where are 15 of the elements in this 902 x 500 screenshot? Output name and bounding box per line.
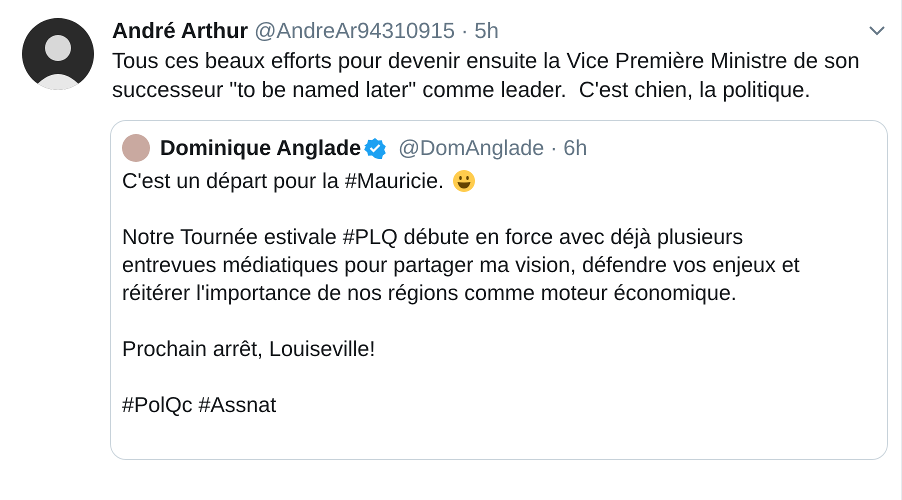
quoted-tweet-text: Prochain arrêt, Louiseville! (122, 336, 376, 363)
separator: · (461, 18, 468, 44)
timestamp[interactable]: 5h (474, 18, 499, 44)
author-handle[interactable]: @DomAnglade (398, 136, 544, 160)
author-handle[interactable]: @AndreAr94310915 (254, 18, 455, 44)
separator: · (550, 136, 558, 160)
author-name[interactable]: André Arthur (112, 18, 248, 44)
timestamp[interactable]: 6h (563, 136, 588, 160)
quoted-tweet-text: C'est un départ pour la #Mauricie. (122, 168, 444, 195)
quoted-tweet-card[interactable] (110, 120, 888, 460)
chevron-down-icon[interactable] (868, 25, 886, 37)
quoted-tweet-text: #PolQc #Assnat (122, 392, 276, 419)
author-name[interactable]: Dominique Anglade (160, 136, 362, 160)
tweet-text: Tous ces beaux efforts pour devenir ensuite la Vice Première Ministre de son successeur "to be named later" comme leader. C'est chien, la politique. (112, 47, 861, 104)
quoted-tweet-text: Notre Tournée estivale #PLQ débute en force avec déjà plusieurs entrevues médiatiques pour partager ma vision, défendre vos enjeux et réitérer l'importance de nos régions comme moteur économique. (122, 224, 801, 307)
